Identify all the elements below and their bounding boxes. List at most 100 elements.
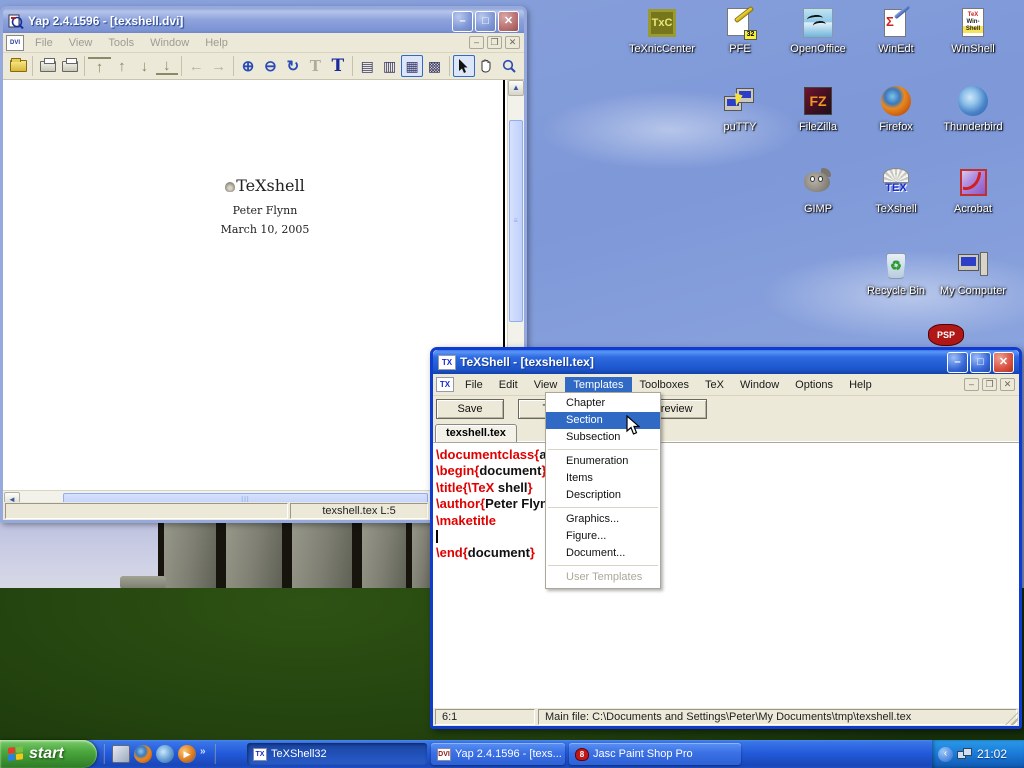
desktop-icon-thunderbird[interactable]: Thunderbird [935, 86, 1011, 133]
menu-item-document[interactable]: Document... [546, 545, 660, 562]
back-button[interactable]: ← [185, 55, 207, 77]
ruler-tool-button[interactable]: T [304, 55, 326, 77]
menu-item-figure[interactable]: Figure... [546, 528, 660, 545]
texshell-close-button[interactable]: ✕ [993, 352, 1014, 373]
forward-button[interactable]: → [207, 55, 229, 77]
scroll-up-button[interactable]: ▲ [508, 80, 524, 96]
single-page-view-button[interactable]: ▤ [356, 55, 378, 77]
facing-pages-view-button[interactable]: ▥ [378, 55, 400, 77]
desktop-icon-pfe[interactable]: 32 PFE [702, 8, 778, 55]
continuous-view-button[interactable]: ▦ [401, 55, 423, 77]
editor-line-caret [436, 529, 1019, 545]
first-page-button[interactable]: ↑ [88, 57, 110, 75]
start-button[interactable]: start [0, 740, 97, 768]
texshell-minimize-button[interactable]: – [947, 352, 968, 373]
texshell-maximize-button[interactable]: □ [970, 352, 991, 373]
yap-titlebar[interactable]: Yap 2.4.1596 - [texshell.dvi] – □ ✕ [3, 9, 524, 33]
taskbar-button-texshell[interactable]: TX TeXShell32 [247, 743, 427, 765]
desktop-icon-winedt[interactable]: Σ WinEdt [858, 8, 934, 55]
yap-menu-file[interactable]: File [27, 35, 61, 51]
texshell-toolbar: Save TeX Preview [433, 396, 1019, 422]
taskbar-button-paintshoppro[interactable]: 8 Jasc Paint Shop Pro [569, 743, 741, 765]
menu-options[interactable]: Options [787, 377, 841, 393]
menu-item-items[interactable]: Items [546, 470, 660, 487]
yap-menu-view[interactable]: View [61, 35, 101, 51]
menu-item-enumeration[interactable]: Enumeration [546, 453, 660, 470]
menu-item-subsection[interactable]: Subsection [546, 429, 660, 446]
yap-child-minimize-button[interactable]: – [469, 36, 484, 49]
yap-menu-tools[interactable]: Tools [100, 35, 142, 51]
desktop-icon-acrobat[interactable]: Acrobat [935, 168, 1011, 215]
child-restore-button[interactable]: ❐ [982, 378, 997, 391]
yap-child-restore-button[interactable]: ❐ [487, 36, 502, 49]
desktop-icon-my-computer[interactable]: My Computer [935, 250, 1011, 297]
quicklaunch-overflow-chevron[interactable]: » [200, 746, 206, 757]
refresh-button[interactable]: ↻ [282, 55, 304, 77]
text-tool-button[interactable]: T [327, 55, 349, 77]
menu-view[interactable]: View [526, 377, 566, 393]
yap-close-button[interactable]: ✕ [498, 11, 519, 32]
menu-window[interactable]: Window [732, 377, 787, 393]
menu-templates[interactable]: Templates [565, 377, 631, 393]
print-button[interactable] [36, 55, 58, 77]
child-close-button[interactable]: ✕ [1000, 378, 1015, 391]
child-minimize-button[interactable]: – [964, 378, 979, 391]
editor-line: \maketitle [436, 513, 1019, 529]
menu-item-chapter[interactable]: Chapter [546, 395, 660, 412]
yap-minimize-button[interactable]: – [452, 11, 473, 32]
menu-separator [548, 449, 658, 450]
next-page-button[interactable]: ↓ [133, 55, 155, 77]
yap-window-title: Yap 2.4.1596 - [texshell.dvi] [28, 14, 183, 28]
firefox-quicklaunch-icon[interactable] [134, 745, 152, 763]
texshell-titlebar[interactable]: TX TeXShell - [texshell.tex] – □ ✕ [433, 350, 1019, 374]
editor-area[interactable]: \documentclass{article} \begin{document}… [433, 442, 1019, 708]
open-file-button[interactable] [7, 55, 29, 77]
desktop-icon-gimp[interactable]: GIMP [780, 168, 856, 215]
mediaplayer-quicklaunch-icon[interactable]: ▶ [178, 745, 196, 763]
desktop-icon-openoffice[interactable]: OpenOffice [780, 8, 856, 55]
tab-texshell-tex[interactable]: texshell.tex [435, 424, 517, 442]
desktop-icon-texshell[interactable]: TEX TeXshell [858, 168, 934, 215]
previous-page-button[interactable]: ↑ [111, 55, 133, 77]
yap-menu-window[interactable]: Window [142, 35, 197, 51]
zoom-in-button[interactable]: ⊕ [237, 55, 259, 77]
texshell-icon-text: TEX [879, 182, 913, 194]
taskbar-button-yap[interactable]: DVI Yap 2.4.1596 - [texs... [431, 743, 565, 765]
last-page-button[interactable]: ↓ [156, 57, 178, 75]
menu-help[interactable]: Help [841, 377, 880, 393]
menu-file[interactable]: File [457, 377, 491, 393]
menu-tex[interactable]: TeX [697, 377, 732, 393]
menu-item-graphics[interactable]: Graphics... [546, 511, 660, 528]
yap-menu-help[interactable]: Help [197, 35, 236, 51]
desktop-icon-putty[interactable]: puTTY [702, 86, 778, 133]
yap-maximize-button[interactable]: □ [475, 11, 496, 32]
tray-collapse-chevron[interactable]: ‹ [938, 747, 953, 762]
menu-item-section[interactable]: Section [546, 412, 660, 429]
continuous-facing-view-button[interactable]: ▩ [423, 55, 445, 77]
yap-app-icon [8, 13, 24, 29]
desktop-icon-texniccenter[interactable]: TxC TeXnicCenter [624, 8, 700, 55]
menu-edit[interactable]: Edit [491, 377, 526, 393]
save-button[interactable]: Save [436, 399, 504, 419]
yap-child-close-button[interactable]: ✕ [505, 36, 520, 49]
hand-tool-button[interactable] [475, 55, 497, 77]
dvi-doc-date: March 10, 2005 [3, 223, 524, 236]
vertical-scroll-thumb[interactable]: ≡ [509, 120, 523, 322]
menu-item-description[interactable]: Description [546, 487, 660, 504]
menu-toolboxes[interactable]: Toolboxes [632, 377, 698, 393]
show-desktop-quicklaunch-icon[interactable] [112, 745, 130, 763]
network-tray-icon[interactable] [957, 748, 973, 761]
desktop-icon-filezilla[interactable]: FZ FileZilla [780, 86, 856, 133]
desktop-icon-label: My Computer [935, 285, 1011, 297]
print-setup-button[interactable] [59, 55, 81, 77]
paintshoppro-task-icon: 8 [575, 748, 589, 761]
mouse-cursor [626, 415, 640, 436]
desktop-icon-firefox[interactable]: Firefox [858, 86, 934, 133]
desktop-icon-paintshoppro[interactable]: PSP [928, 324, 964, 346]
select-tool-button[interactable] [453, 55, 475, 77]
zoom-out-button[interactable]: ⊖ [259, 55, 281, 77]
magnifier-tool-button[interactable] [498, 55, 520, 77]
thunderbird-quicklaunch-icon[interactable] [156, 745, 174, 763]
desktop-icon-winshell[interactable]: TeXWin-Shell WinShell [935, 8, 1011, 55]
desktop-icon-recycle-bin[interactable]: ♻ Recycle Bin [858, 250, 934, 297]
